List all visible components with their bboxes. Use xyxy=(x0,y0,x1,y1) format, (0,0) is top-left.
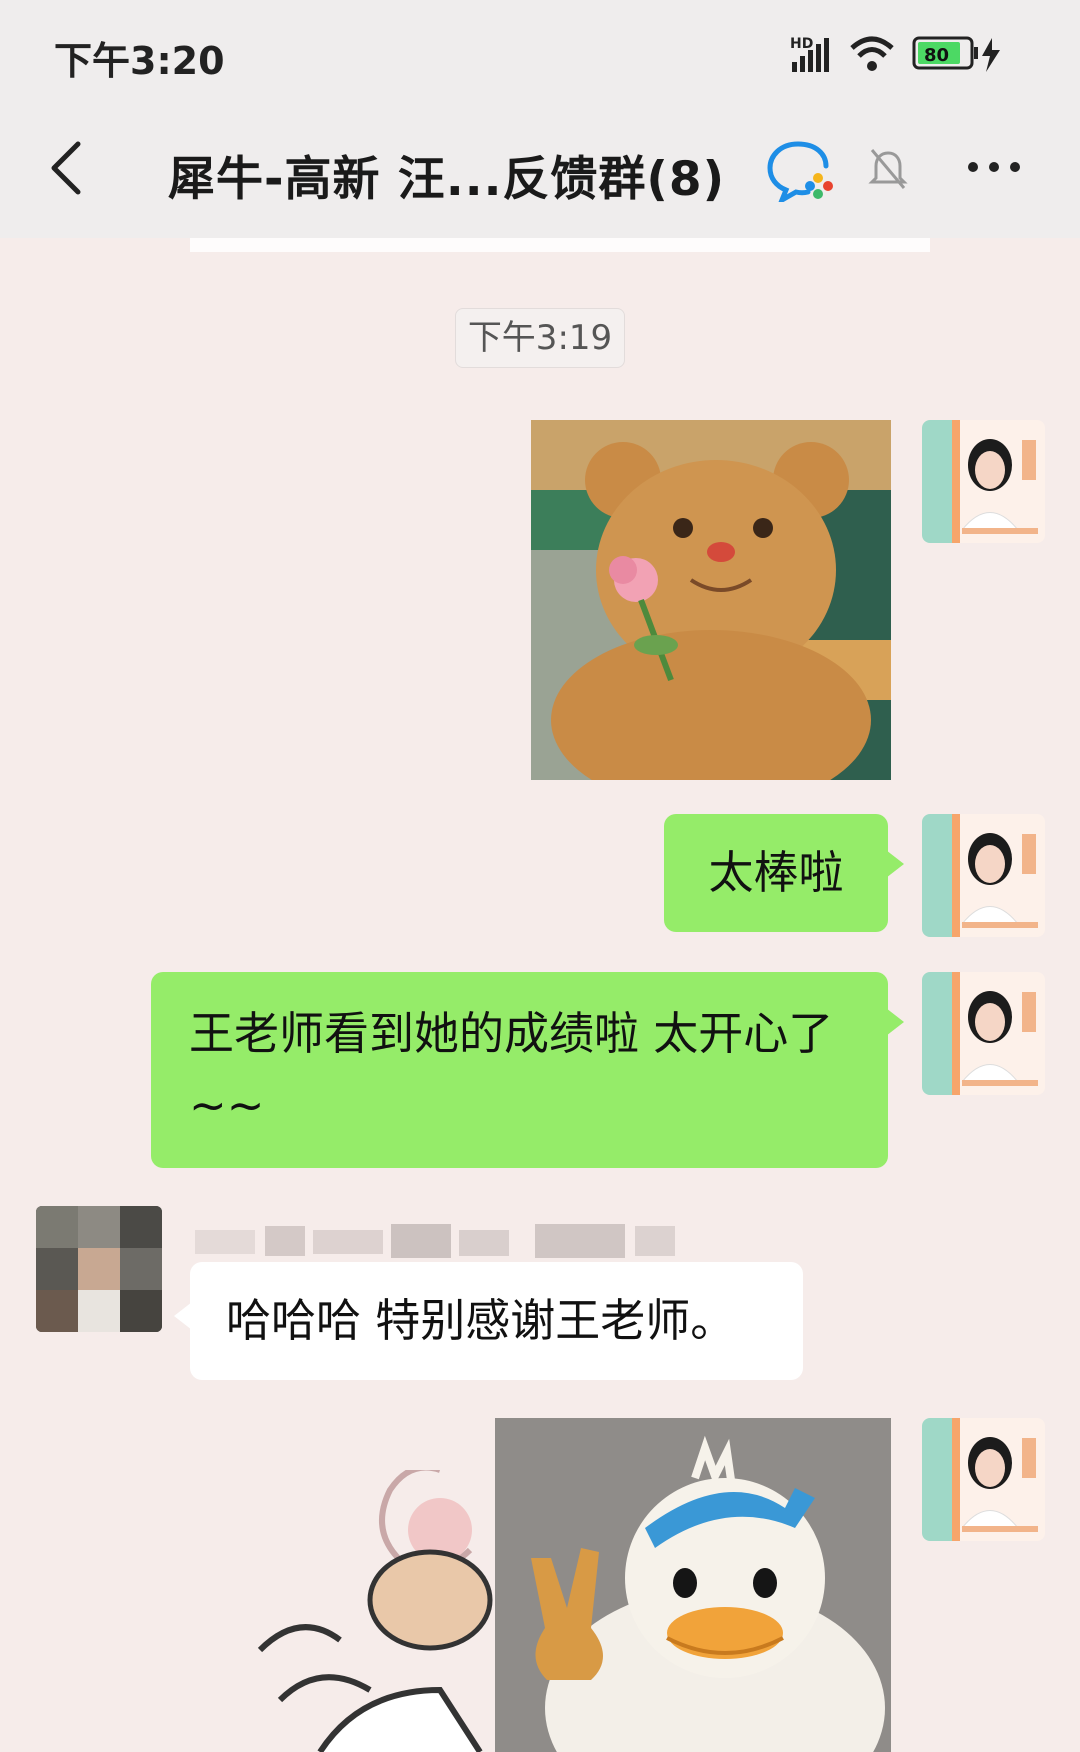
back-arrow-icon[interactable] xyxy=(44,138,94,198)
svg-text:HD: HD xyxy=(790,36,813,52)
message-bubble-self[interactable]: 太棒啦 xyxy=(664,814,904,932)
svg-text:80: 80 xyxy=(924,45,949,66)
pixelated-avatar-image xyxy=(36,1206,162,1332)
self-avatar[interactable] xyxy=(922,1418,1045,1541)
wifi-icon xyxy=(850,36,894,71)
bubble-tail xyxy=(886,1008,904,1036)
pinned-bar-edge xyxy=(190,238,930,252)
sender-name-blurred xyxy=(195,1224,675,1258)
message-text: 哈哈哈 特别感谢王老师。 xyxy=(226,1294,736,1347)
chat-title[interactable]: 犀牛-高新 汪...反馈群(8) xyxy=(168,140,725,209)
status-bar: 下午3:20 HD 80 xyxy=(0,0,1080,108)
battery-icon: 80 xyxy=(912,36,978,70)
self-avatar[interactable] xyxy=(922,814,1045,937)
teddy-bear-rose-sticker xyxy=(531,420,891,780)
enterprise-chat-icon xyxy=(767,141,833,202)
duck-peace-sign-sticker xyxy=(495,1418,891,1752)
teacher-avatar-image xyxy=(922,1418,1045,1541)
bubble-tail xyxy=(174,1302,192,1330)
status-icons: HD 80 xyxy=(790,36,1000,72)
mute-bell-icon xyxy=(868,149,908,189)
self-avatar[interactable] xyxy=(922,420,1045,543)
sender-avatar-blurred[interactable] xyxy=(36,1206,162,1332)
message-bubble-other[interactable]: 哈哈哈 特别感谢王老师。 xyxy=(174,1262,803,1380)
teacher-avatar-image xyxy=(922,420,1045,543)
chat-header: 犀牛-高新 汪...反馈群(8) xyxy=(0,108,1080,238)
chat-timestamp: 下午3:19 xyxy=(455,308,625,368)
self-avatar[interactable] xyxy=(922,972,1045,1095)
more-options-icon[interactable] xyxy=(966,160,1022,174)
message-bubble-self[interactable]: 王老师看到她的成绩啦 太开心了~~ xyxy=(151,972,904,1168)
status-time: 下午3:20 xyxy=(54,39,225,83)
signal-icon: HD xyxy=(790,36,829,72)
teacher-avatar-image xyxy=(922,814,1045,937)
background-cartoon-decoration xyxy=(257,1470,493,1752)
message-text: 王老师看到她的成绩啦 太开心了~~ xyxy=(189,1007,834,1132)
image-message-duck[interactable] xyxy=(495,1418,891,1752)
bubble-tail xyxy=(886,850,904,878)
teacher-avatar-image xyxy=(922,972,1045,1095)
image-message-teddy-bear[interactable] xyxy=(531,420,891,780)
charging-icon xyxy=(982,38,1000,72)
message-text: 太棒啦 xyxy=(708,846,844,899)
